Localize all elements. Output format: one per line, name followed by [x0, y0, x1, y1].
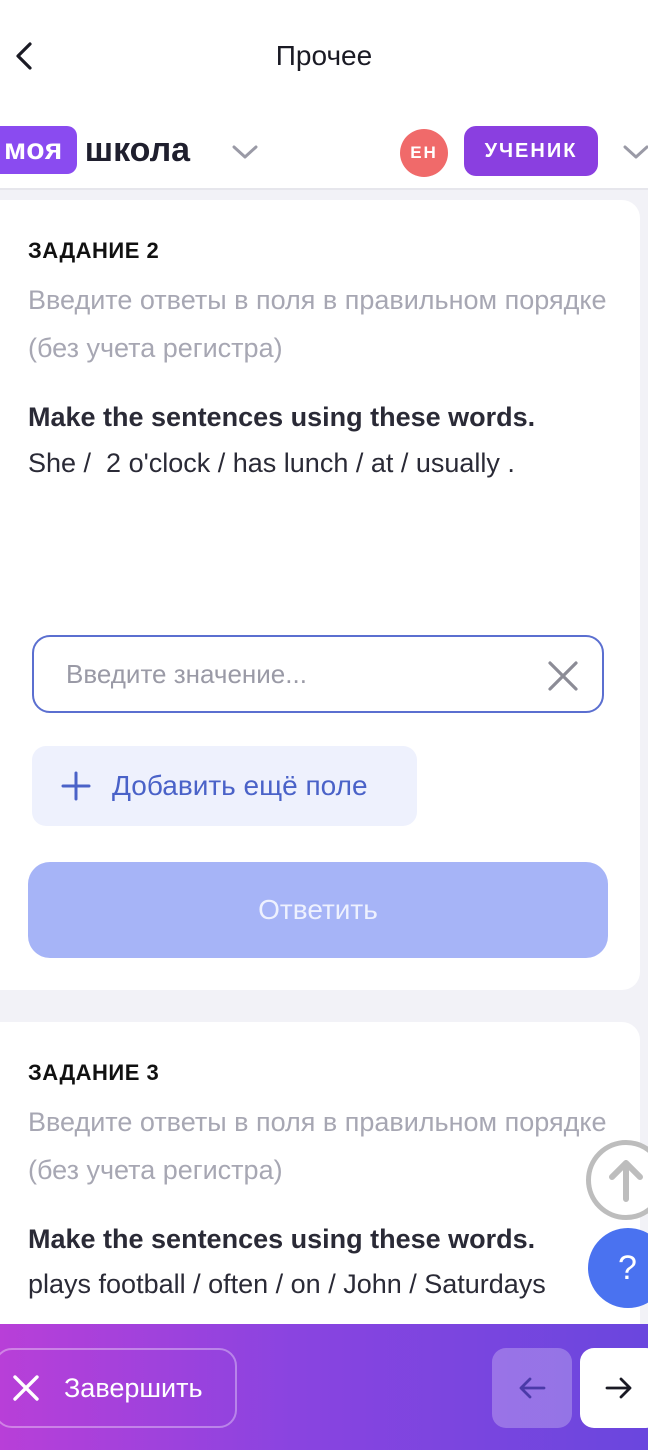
logo-text: школа	[84, 130, 191, 169]
task-hint: Введите ответы в поля в правильном поряд…	[28, 285, 607, 363]
task-words: She / 2 o'clock / has lunch / at / usual…	[28, 448, 515, 478]
arrow-right-icon	[605, 1377, 632, 1399]
finish-button[interactable]: Завершить	[0, 1348, 237, 1428]
language-badge[interactable]: EH	[400, 129, 448, 177]
task-prompt: Make the sentences using these words.	[28, 1224, 536, 1254]
task-title: ЗАДАНИЕ 2	[28, 238, 160, 263]
answer-input[interactable]	[66, 658, 536, 690]
task-card: ЗАДАНИЕ 2 Введите ответы в поля в правил…	[0, 200, 640, 990]
task-title: ЗАДАНИЕ 3	[28, 1060, 160, 1085]
add-field-label: Добавить ещё поле	[112, 770, 368, 801]
task-prompt: Make the sentences using these words.	[28, 402, 536, 432]
school-dropdown-button[interactable]	[231, 138, 259, 166]
page-title: Прочее	[275, 40, 373, 71]
answer-field[interactable]	[32, 635, 604, 713]
task-words: plays football / often / on / John / Sat…	[28, 1269, 546, 1299]
finish-label: Завершить	[64, 1372, 203, 1403]
next-button[interactable]	[580, 1348, 648, 1428]
brand-bar: моя школа EH УЧЕНИК	[0, 112, 648, 190]
previous-button[interactable]	[492, 1348, 572, 1428]
task-hint: Введите ответы в поля в правильном поряд…	[28, 1107, 607, 1185]
add-field-button[interactable]: Добавить ещё поле	[32, 746, 417, 826]
arrow-up-icon	[609, 1160, 643, 1202]
plus-icon	[61, 771, 91, 801]
logo-highlight: моя	[0, 126, 77, 174]
close-icon[interactable]	[546, 659, 580, 693]
close-icon	[13, 1375, 39, 1401]
role-badge[interactable]: УЧЕНИК	[464, 126, 598, 176]
arrow-left-icon	[519, 1377, 546, 1399]
top-bar: Прочее	[0, 0, 648, 112]
footer-bar: Завершить	[0, 1324, 648, 1450]
chevron-down-icon	[623, 145, 648, 159]
role-dropdown-button[interactable]	[622, 138, 648, 166]
logo[interactable]: моя школа	[0, 126, 190, 174]
submit-button[interactable]: Ответить	[28, 862, 608, 958]
chevron-down-icon	[232, 145, 258, 159]
